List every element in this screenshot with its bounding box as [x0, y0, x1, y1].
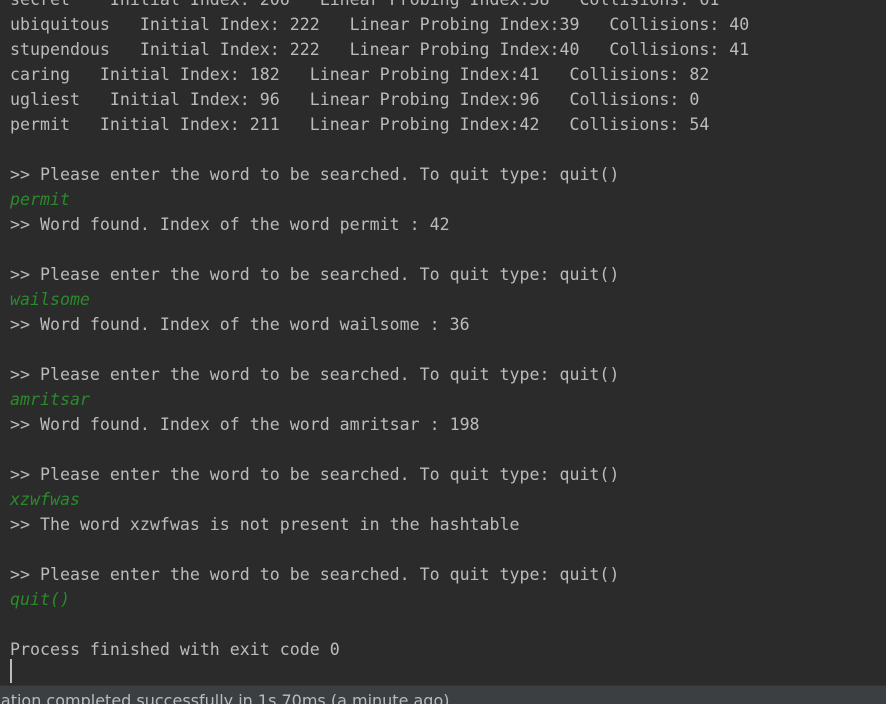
console-output-line: ugliest Initial Index: 96 Linear Probing… — [10, 90, 700, 109]
text-cursor — [10, 659, 12, 683]
console-output-line: >> Word found. Index of the word permit … — [10, 215, 450, 234]
status-message: ilation completed successfully in 1s 70m… — [0, 691, 450, 704]
console-output-line: stupendous Initial Index: 222 Linear Pro… — [10, 40, 750, 59]
console-output-line: >> Word found. Index of the word wailsom… — [10, 315, 470, 334]
console-output-line: >> Please enter the word to be searched.… — [10, 365, 620, 384]
console-output-line: >> Please enter the word to be searched.… — [10, 265, 620, 284]
run-console[interactable]: secret Initial Index: 206 Linear Probing… — [0, 0, 886, 685]
console-input-line: permit — [10, 190, 70, 209]
console-input-line: quit() — [10, 590, 70, 609]
status-bar: ilation completed successfully in 1s 70m… — [0, 685, 886, 704]
console-output-line: caring Initial Index: 182 Linear Probing… — [10, 65, 710, 84]
console-output-line: >> The word xzwfwas is not present in th… — [10, 515, 520, 534]
console-output-line: Process finished with exit code 0 — [10, 640, 340, 659]
console-output-line: >> Please enter the word to be searched.… — [10, 565, 620, 584]
console-output-line: secret Initial Index: 206 Linear Probing… — [10, 0, 719, 12]
console-input-line: wailsome — [10, 290, 90, 309]
console-output-line: permit Initial Index: 211 Linear Probing… — [10, 115, 710, 134]
console-output-line: >> Word found. Index of the word amritsa… — [10, 415, 480, 434]
console-input-line: xzwfwas — [10, 490, 80, 509]
console-output-line: >> Please enter the word to be searched.… — [10, 465, 620, 484]
console-input-line: amritsar — [10, 390, 90, 409]
console-output-line: ubiquitous Initial Index: 222 Linear Pro… — [10, 15, 750, 34]
console-output-line: >> Please enter the word to be searched.… — [10, 165, 620, 184]
